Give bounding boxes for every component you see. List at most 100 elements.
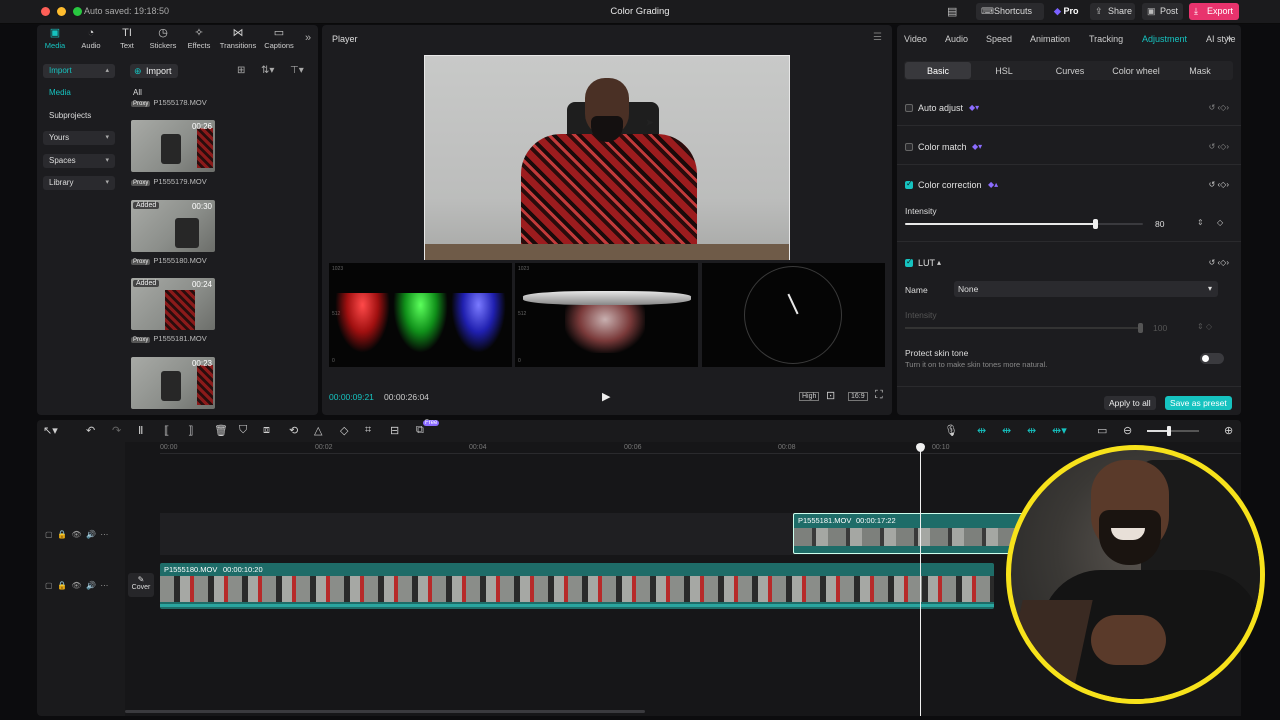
playhead[interactable] — [920, 444, 921, 716]
reverse-icon[interactable]: ⟲ — [289, 424, 298, 437]
chevron-up-icon[interactable]: ▴ — [937, 258, 941, 267]
freeze-icon[interactable]: ⧈ — [263, 424, 270, 437]
tool-media[interactable]: ▣ Media — [37, 27, 73, 50]
keyframe-controls-icon[interactable]: ↺ ‹◇› — [1209, 103, 1229, 112]
clip-overlay[interactable]: P1555181.MOV 00:00:17:22 — [793, 513, 1043, 554]
intensity-value[interactable]: 80 — [1155, 219, 1164, 229]
post-button[interactable]: ▣ Post — [1142, 3, 1183, 20]
lut-checkbox[interactable] — [905, 257, 913, 267]
zoom-slider-handle[interactable] — [1167, 426, 1171, 436]
rotate-icon[interactable]: ◇ — [340, 424, 348, 437]
nav-media[interactable]: Media — [43, 86, 115, 100]
export-button[interactable]: ⤓ Export — [1189, 3, 1239, 20]
protect-skin-toggle[interactable] — [1200, 353, 1224, 364]
snapshot-icon[interactable]: ⊡ — [826, 389, 835, 402]
intensity-slider-handle[interactable] — [1093, 219, 1099, 229]
nav-yours[interactable]: Yours ▾ — [43, 131, 115, 145]
auto-adjust-checkbox[interactable] — [905, 104, 913, 112]
split-right-icon[interactable]: ⟧ — [188, 424, 193, 437]
tab-adjustment[interactable]: Adjustment — [1142, 34, 1187, 44]
tab-video[interactable]: Video — [904, 34, 927, 44]
nav-subprojects[interactable]: Subprojects — [43, 109, 115, 123]
keyframe-controls-icon[interactable]: ↺ ‹◇› — [1209, 258, 1229, 267]
tool-audio[interactable]: ◔ Audio — [73, 27, 109, 50]
tab-animation[interactable]: Animation — [1030, 34, 1070, 44]
tab-audio[interactable]: Audio — [945, 34, 968, 44]
apply-to-all-button[interactable]: Apply to all — [1104, 396, 1156, 410]
quality-button[interactable]: High — [799, 392, 820, 401]
grid-view-icon[interactable]: ⊞ — [237, 65, 245, 76]
shield-icon[interactable]: ⛉ — [239, 424, 247, 437]
sort-icon[interactable]: ⇅▾ — [261, 65, 274, 76]
tab-speed[interactable]: Speed — [986, 34, 1012, 44]
media-thumbnail[interactable]: 00:23 — [131, 357, 215, 409]
subtab-mask[interactable]: Mask — [1169, 66, 1231, 76]
media-thumbnail[interactable]: 00:26 — [131, 120, 215, 172]
mirror-icon[interactable]: △ — [314, 424, 322, 437]
maximize-window-button[interactable] — [73, 7, 82, 16]
zoom-slider[interactable] — [1147, 426, 1199, 436]
tool-captions[interactable]: ▭ Captions — [259, 27, 299, 50]
nav-spaces[interactable]: Spaces ▾ — [43, 154, 115, 168]
caption-icon[interactable]: ▭ — [1097, 424, 1107, 437]
snap-icon[interactable]: ⇹▾ — [1052, 424, 1067, 437]
keyframe-controls-icon[interactable]: ↺ ‹◇› — [1209, 180, 1229, 189]
tool-effects[interactable]: ✧ Effects — [181, 27, 217, 50]
crop-icon[interactable]: ⌗ — [365, 424, 371, 437]
tool-transitions[interactable]: ⋈ Transitions — [217, 27, 259, 50]
track-controls-overlay[interactable]: ▢ 🔒 👁 🔊 ⋯ — [45, 530, 108, 539]
nav-import[interactable]: Import ▴ — [43, 64, 115, 78]
tool-text[interactable]: TI Text — [109, 27, 145, 50]
save-as-preset-button[interactable]: Save as preset — [1165, 396, 1232, 410]
color-match-checkbox[interactable] — [905, 143, 913, 151]
auto-reframe-icon[interactable]: ⊟ — [390, 424, 399, 437]
subtab-hsl[interactable]: HSL — [971, 66, 1037, 76]
link-icon[interactable]: ⇹ — [1002, 424, 1011, 437]
more-tools-icon[interactable]: » — [305, 32, 311, 44]
filter-all[interactable]: All — [133, 88, 142, 97]
lut-name-select[interactable]: None ▾ — [954, 281, 1218, 297]
minimize-window-button[interactable] — [57, 7, 66, 16]
subtab-color-wheel[interactable]: Color wheel — [1103, 66, 1169, 76]
ai-cut-icon[interactable]: ⧉ — [416, 424, 424, 437]
delete-icon[interactable]: 🗑 — [214, 424, 228, 437]
layout-icon[interactable]: ▤ — [947, 5, 957, 18]
microphone-icon[interactable]: 🎙 — [944, 424, 958, 437]
pro-button[interactable]: ◆ Pro — [1054, 6, 1078, 17]
undo-icon[interactable]: ↶ — [86, 424, 95, 437]
more-tabs-icon[interactable]: » — [1226, 33, 1232, 44]
zoom-out-icon[interactable]: ⊖ — [1123, 424, 1132, 437]
stepper-icon[interactable]: ⇕ — [1197, 218, 1204, 227]
preview-axis-icon[interactable]: ⇹ — [1027, 424, 1036, 437]
cover-button[interactable]: ✎ Cover — [128, 573, 154, 597]
keyframe-icon[interactable]: ◇ — [1217, 218, 1223, 227]
intensity-slider-track[interactable] — [905, 219, 1143, 229]
ratio-button[interactable]: 16:9 — [848, 392, 868, 401]
select-tool-icon[interactable]: ↖▾ — [43, 424, 58, 437]
timeline-scrollbar[interactable] — [125, 710, 645, 713]
split-icon[interactable]: Ⅱ — [138, 424, 143, 437]
keyframe-controls-icon[interactable]: ↺ ‹◇› — [1209, 142, 1229, 151]
nav-library[interactable]: Library ▾ — [43, 176, 115, 190]
video-preview[interactable]: ➤ — [424, 55, 790, 260]
clip-main[interactable]: P1555180.MOV 00:00:10:20 — [160, 563, 994, 609]
color-correction-checkbox[interactable] — [905, 179, 913, 189]
fullscreen-icon[interactable]: ⛶ — [875, 389, 883, 402]
media-thumbnail[interactable]: Added 00:30 — [131, 200, 215, 252]
import-button[interactable]: ⊕ Import — [130, 64, 178, 78]
shortcuts-button[interactable]: ⌨ Shortcuts — [976, 3, 1044, 20]
media-thumbnail[interactable]: Added 00:24 — [131, 278, 215, 330]
play-icon[interactable]: ▶ — [602, 390, 610, 403]
menu-icon[interactable]: ☰ — [873, 32, 882, 43]
subtab-basic[interactable]: Basic — [905, 66, 971, 76]
close-window-button[interactable] — [41, 7, 50, 16]
magnet-icon[interactable]: ⇹ — [977, 424, 986, 437]
redo-icon[interactable]: ↷ — [112, 424, 121, 437]
tab-tracking[interactable]: Tracking — [1089, 34, 1123, 44]
share-button[interactable]: ⇪ Share — [1090, 3, 1135, 20]
split-left-icon[interactable]: ⟦ — [164, 424, 169, 437]
track-controls-main[interactable]: ▢ 🔒 👁 🔊 ⋯ — [45, 581, 108, 590]
filter-icon[interactable]: ⊤▾ — [290, 65, 304, 76]
subtab-curves[interactable]: Curves — [1037, 66, 1103, 76]
tool-stickers[interactable]: ◷ Stickers — [145, 27, 181, 50]
